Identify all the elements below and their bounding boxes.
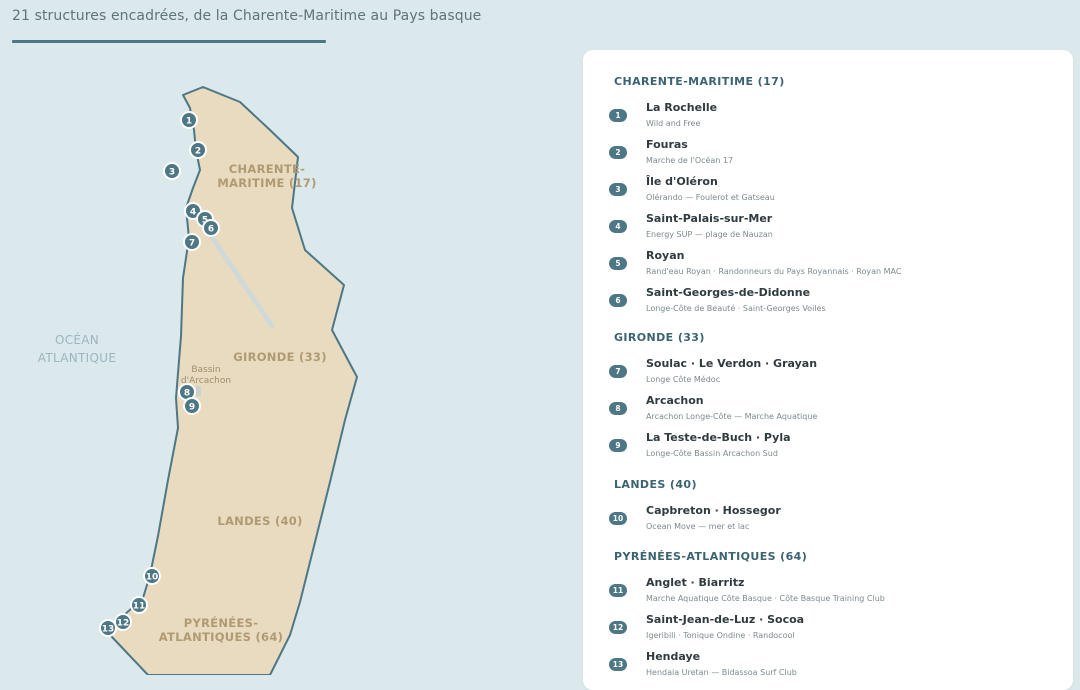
bassin-water [196, 386, 201, 396]
entry-name: Saint-Palais-sur-Mer [646, 212, 773, 225]
map-marker-13[interactable]: 13 [99, 619, 117, 637]
list-item-10[interactable]: 10 Capbreton · Hossegor Ocean Move — mer… [609, 504, 1059, 538]
map-marker-2[interactable]: 2 [189, 141, 207, 159]
map-marker-12[interactable]: 12 [114, 613, 132, 631]
page-title: 21 structures encadrées, de la Charente-… [12, 8, 482, 24]
map-marker-7[interactable]: 7 [183, 233, 201, 251]
number-badge: 3 [609, 183, 627, 196]
entry-name: Capbreton · Hossegor [646, 504, 781, 517]
ocean-label-line1: OCÉAN [55, 332, 99, 347]
entry-name: Anglet · Biarritz [646, 576, 745, 589]
bassin-label-line1: Bassin [191, 365, 220, 375]
map-marker-3[interactable]: 3 [163, 162, 181, 180]
map-svg: OCÉAN ATLANTIQUE CHARENTE- MARITIME (17)… [38, 86, 358, 675]
title-underline [12, 40, 326, 43]
list-item-4[interactable]: 4 Saint-Palais-sur-Mer Energy SUP — plag… [609, 212, 1059, 246]
svg-text:12: 12 [117, 619, 130, 629]
entry-clubs: Energy SUP — plage de Nauzan [646, 230, 773, 239]
number-badge: 9 [609, 439, 627, 452]
region-label-charente-line1: CHARENTE- [229, 162, 305, 176]
region-label-charente-line2: MARITIME (17) [217, 176, 316, 190]
number-badge: 11 [609, 584, 627, 597]
map-marker-6[interactable]: 6 [202, 219, 220, 237]
entry-clubs: Olérando — Foulerot et Gatseau [646, 193, 775, 202]
list-item-9[interactable]: 9 La Teste-de-Buch · Pyla Longe-Côte Bas… [609, 431, 1059, 465]
svg-text:11: 11 [133, 602, 146, 612]
entry-name: Soulac · Le Verdon · Grayan [646, 357, 818, 370]
list-item-1[interactable]: 1 La Rochelle Wild and Free [609, 101, 1059, 135]
number-badge: 6 [609, 294, 627, 307]
svg-text:8: 8 [184, 389, 190, 399]
svg-text:4: 4 [190, 208, 196, 218]
list-item-5[interactable]: 5 Royan Rand'eau Royan · Randonneurs du … [609, 249, 1059, 283]
map-marker-10[interactable]: 10 [143, 567, 161, 585]
list-item-11[interactable]: 11 Anglet · Biarritz Marche Aquatique Cô… [609, 576, 1059, 610]
entry-name: Hendaye [646, 650, 701, 663]
list-item-8[interactable]: 8 Arcachon Arcachon Longe-Côte — Marche … [609, 394, 1059, 428]
entry-name: Saint-Jean-de-Luz · Socoa [646, 613, 805, 626]
ocean-label-line2: ATLANTIQUE [38, 351, 116, 365]
list-item-12[interactable]: 12 Saint-Jean-de-Luz · Socoa Igeribili ·… [609, 613, 1059, 647]
region-heading-landes: LANDES (40) [614, 478, 697, 491]
svg-text:6: 6 [208, 225, 214, 235]
entry-name: Saint-Georges-de-Didonne [646, 286, 811, 299]
entry-clubs: Longe-Côte Bassin Arcachon Sud [646, 449, 778, 458]
list-item-2[interactable]: 2 Fouras Marche de l'Océan 17 [609, 138, 1059, 172]
entry-name: La Teste-de-Buch · Pyla [646, 431, 791, 444]
number-badge: 13 [609, 658, 627, 671]
entry-clubs: Longe-Côte de Beauté · Saint-Georges Voi… [646, 304, 826, 313]
number-badge: 7 [609, 365, 627, 378]
entry-name: Royan [646, 249, 685, 262]
region-label-pyrenees-line2: ATLANTIQUES (64) [159, 630, 283, 644]
entry-clubs: Arcachon Longe-Côte — Marche Aquatique [646, 412, 818, 421]
list-item-7[interactable]: 7 Soulac · Le Verdon · Grayan Longe Côte… [609, 357, 1059, 391]
entry-name: Fouras [646, 138, 688, 151]
svg-text:2: 2 [195, 147, 201, 157]
entry-name: Île d'Oléron [646, 175, 718, 188]
region-label-gironde: GIRONDE (33) [233, 350, 327, 364]
number-badge: 12 [609, 621, 627, 634]
entry-clubs: Marche de l'Océan 17 [646, 156, 734, 165]
number-badge: 8 [609, 402, 627, 415]
svg-text:7: 7 [189, 239, 195, 249]
region-label-pyrenees-line1: PYRÉNÉES- [184, 615, 259, 630]
list-item-3[interactable]: 3 Île d'Oléron Olérando — Foulerot et Ga… [609, 175, 1059, 209]
entry-clubs: Marche Aquatique Côte Basque · Côte Basq… [646, 594, 885, 603]
svg-text:1: 1 [186, 117, 192, 127]
number-badge: 5 [609, 257, 627, 270]
structures-panel: CHARENTE-MARITIME (17) 1 La Rochelle Wil… [583, 50, 1073, 690]
region-heading-pyrenees: PYRÉNÉES-ATLANTIQUES (64) [614, 550, 808, 563]
map-marker-1[interactable]: 1 [180, 111, 198, 129]
entry-clubs: Rand'eau Royan · Randonneurs du Pays Roy… [646, 267, 902, 276]
entry-name: La Rochelle [646, 101, 718, 114]
entry-clubs: Igeribili · Tonique Ondine · Randocool [646, 631, 795, 640]
number-badge: 2 [609, 146, 627, 159]
entry-clubs: Hendaia Uretan — Bidassoa Surf Club [646, 668, 797, 677]
number-badge: 4 [609, 220, 627, 233]
entry-clubs: Longe Côte Médoc [646, 375, 721, 384]
list-item-13[interactable]: 13 Hendaye Hendaia Uretan — Bidassoa Sur… [609, 650, 1059, 684]
svg-text:9: 9 [189, 403, 195, 413]
region-label-landes: LANDES (40) [217, 514, 302, 528]
coast-map: OCÉAN ATLANTIQUE CHARENTE- MARITIME (17)… [0, 60, 580, 675]
number-badge: 1 [609, 109, 627, 122]
map-marker-11[interactable]: 11 [130, 596, 148, 614]
list-item-6[interactable]: 6 Saint-Georges-de-Didonne Longe-Côte de… [609, 286, 1059, 320]
svg-text:10: 10 [146, 573, 159, 583]
map-marker-9[interactable]: 9 [183, 397, 201, 415]
number-badge: 10 [609, 512, 627, 525]
entry-name: Arcachon [646, 394, 704, 407]
entry-clubs: Wild and Free [646, 119, 701, 128]
svg-text:3: 3 [169, 168, 175, 178]
region-heading-charente: CHARENTE-MARITIME (17) [614, 75, 785, 88]
entry-clubs: Ocean Move — mer et lac [646, 522, 750, 531]
region-heading-gironde: GIRONDE (33) [614, 331, 705, 344]
svg-text:13: 13 [102, 625, 115, 635]
